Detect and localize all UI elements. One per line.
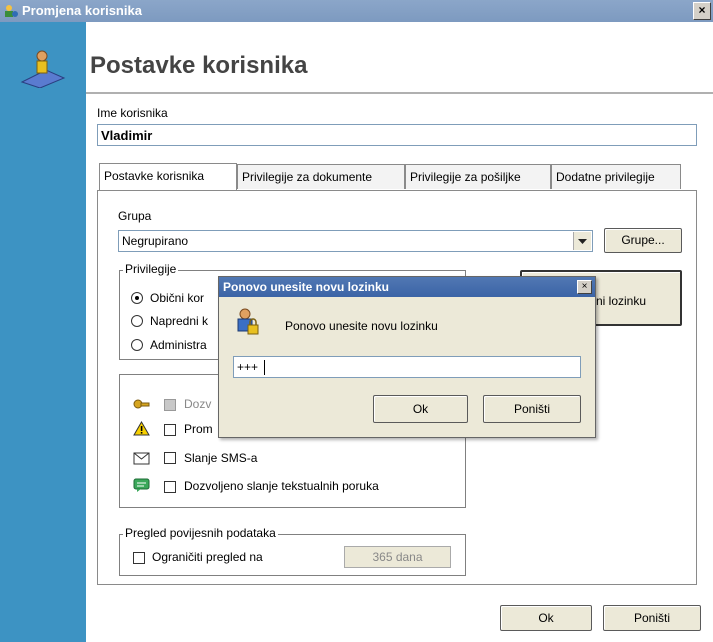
ok-button[interactable]: Ok xyxy=(500,605,592,631)
group-select-value: Negrupirano xyxy=(122,234,189,248)
send-sms-label: Slanje SMS-a xyxy=(184,451,258,465)
checkbox-permission-2[interactable] xyxy=(164,424,176,436)
radio-administrator[interactable] xyxy=(131,339,143,351)
radio-advanced-user[interactable] xyxy=(131,315,143,327)
group-select[interactable]: Negrupirano xyxy=(118,230,593,252)
change-password-label: ni lozinku xyxy=(596,294,647,308)
checkbox-permission-1[interactable] xyxy=(164,399,176,411)
window-title: Promjena korisnika xyxy=(22,3,142,18)
username-label: Ime korisnika xyxy=(97,106,168,120)
window-titlebar: Promjena korisnika × xyxy=(0,0,713,22)
text-caret xyxy=(264,360,265,375)
tab-document-privileges[interactable]: Privilegije za dokumente xyxy=(237,164,405,189)
header-divider xyxy=(86,92,713,95)
username-field[interactable]: Vladimir xyxy=(97,124,697,146)
dialog-title: Ponovo unesite novu lozinku xyxy=(223,280,390,294)
cancel-button[interactable]: Poništi xyxy=(603,605,701,631)
limit-history-label: Ograničiti pregled na xyxy=(152,550,263,564)
permission-2-label: Prom xyxy=(184,422,213,436)
tab-additional-privileges[interactable]: Dodatne privilegije xyxy=(551,164,681,189)
permission-1-label: Dozv xyxy=(184,397,212,411)
dialog-message: Ponovo unesite novu lozinku xyxy=(285,319,438,333)
warning-icon xyxy=(133,421,150,436)
dialog-titlebar: Ponovo unesite novu lozinku × xyxy=(219,277,595,297)
history-days-field[interactable]: 365 dana xyxy=(344,546,451,568)
sidebar xyxy=(0,22,86,642)
tab-shipment-privileges[interactable]: Privilegije za pošiljke xyxy=(405,164,551,189)
radio-regular-user[interactable] xyxy=(131,292,143,304)
checkbox-send-sms[interactable] xyxy=(164,452,176,464)
chat-icon xyxy=(133,478,150,492)
key-icon xyxy=(133,399,150,409)
radio-administrator-label: Administra xyxy=(150,338,207,352)
tab-bar: Postavke korisnika Privilegije za dokume… xyxy=(97,163,697,190)
tab-user-settings[interactable]: Postavke korisnika xyxy=(99,163,237,190)
envelope-icon xyxy=(133,452,150,465)
checkbox-text-messages[interactable] xyxy=(164,481,176,493)
radio-regular-user-label: Obični kor xyxy=(150,291,205,305)
chevron-down-icon[interactable] xyxy=(573,232,591,250)
groups-button[interactable]: Grupe... xyxy=(604,228,682,253)
dialog-close-button[interactable]: × xyxy=(577,280,592,294)
user-pen-icon xyxy=(20,50,66,88)
password-confirm-value: +++ xyxy=(237,360,259,374)
dialog-cancel-button[interactable]: Poništi xyxy=(483,395,581,423)
checkbox-limit-history[interactable] xyxy=(133,552,145,564)
history-title: Pregled povijesnih podataka xyxy=(123,526,278,540)
reenter-password-dialog: Ponovo unesite novu lozinku × Ponovo une… xyxy=(218,276,596,438)
user-lock-icon xyxy=(237,308,259,335)
radio-advanced-user-label: Napredni k xyxy=(150,314,209,328)
privileges-title: Privilegije xyxy=(123,262,179,276)
text-messages-label: Dozvoljeno slanje tekstualnih poruka xyxy=(184,479,379,493)
password-confirm-input[interactable]: +++ xyxy=(233,356,581,378)
group-label: Grupa xyxy=(118,209,152,223)
username-value: Vladimir xyxy=(101,128,153,143)
dialog-ok-button[interactable]: Ok xyxy=(373,395,468,423)
user-settings-icon xyxy=(5,5,18,17)
page-title: Postavke korisnika xyxy=(90,52,308,79)
window-close-button[interactable]: × xyxy=(693,2,711,20)
